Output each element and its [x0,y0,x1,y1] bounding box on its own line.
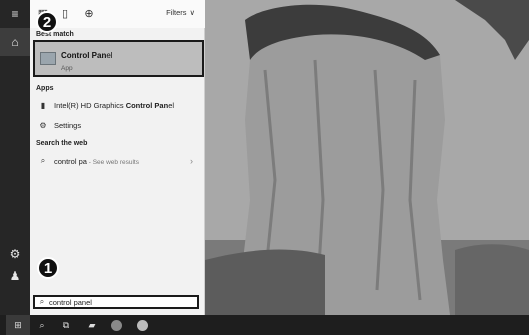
home-icon[interactable]: ⌂ [0,28,30,56]
best-match-title: Control Panel [61,51,113,60]
best-match-control-panel[interactable]: Control Panel App [33,40,204,77]
callout-badge-2: 2 [36,11,58,33]
taskbar: ⊞ ⌕ ⧉ ▰ [0,315,529,335]
settings-icon: ⚙ [39,120,47,130]
app-item-settings[interactable]: ⚙ Settings [30,117,205,133]
graphics-icon: ▮ [40,100,46,110]
callout-badge-1: 1 [37,257,59,279]
filters-button[interactable]: Filters ∨ [166,8,195,17]
file-explorer-icon[interactable]: ▰ [80,315,104,335]
search-web-label: Search the web [36,140,88,147]
person-icon[interactable]: ♟ [0,262,30,290]
media-player-icon[interactable] [104,315,128,335]
best-match-subtitle: App [61,65,73,72]
start-left-strip: ≡ ⌂ ⚙ ♟ [0,0,30,315]
windows-start-icon[interactable]: ⊞ [6,315,30,335]
search-icon: ⌕ [39,297,45,306]
search-icon[interactable]: ⌕ [30,315,54,335]
control-panel-icon [40,52,56,65]
search-icon: ⌕ [40,156,46,165]
chevron-right-icon: › [190,156,193,166]
web-result-item[interactable]: ⌕ control pa - See web results › [30,153,205,169]
task-view-icon[interactable]: ⧉ [54,315,78,335]
globe-icon[interactable]: ⊕ [82,6,96,20]
chevron-down-icon: ∨ [189,8,196,17]
search-box[interactable]: ⌕ [33,295,199,309]
rock-image [205,0,529,315]
filters-label: Filters [166,8,187,17]
app-item-intel-graphics[interactable]: ▮ Intel(R) HD Graphics Control Panel [30,97,205,113]
desktop-wallpaper [205,0,529,315]
chrome-icon[interactable] [130,315,154,335]
document-icon[interactable]: ▯ [58,6,72,20]
hamburger-menu-icon[interactable]: ≡ [0,0,30,28]
apps-label: Apps [36,85,54,92]
search-input[interactable] [49,297,189,307]
